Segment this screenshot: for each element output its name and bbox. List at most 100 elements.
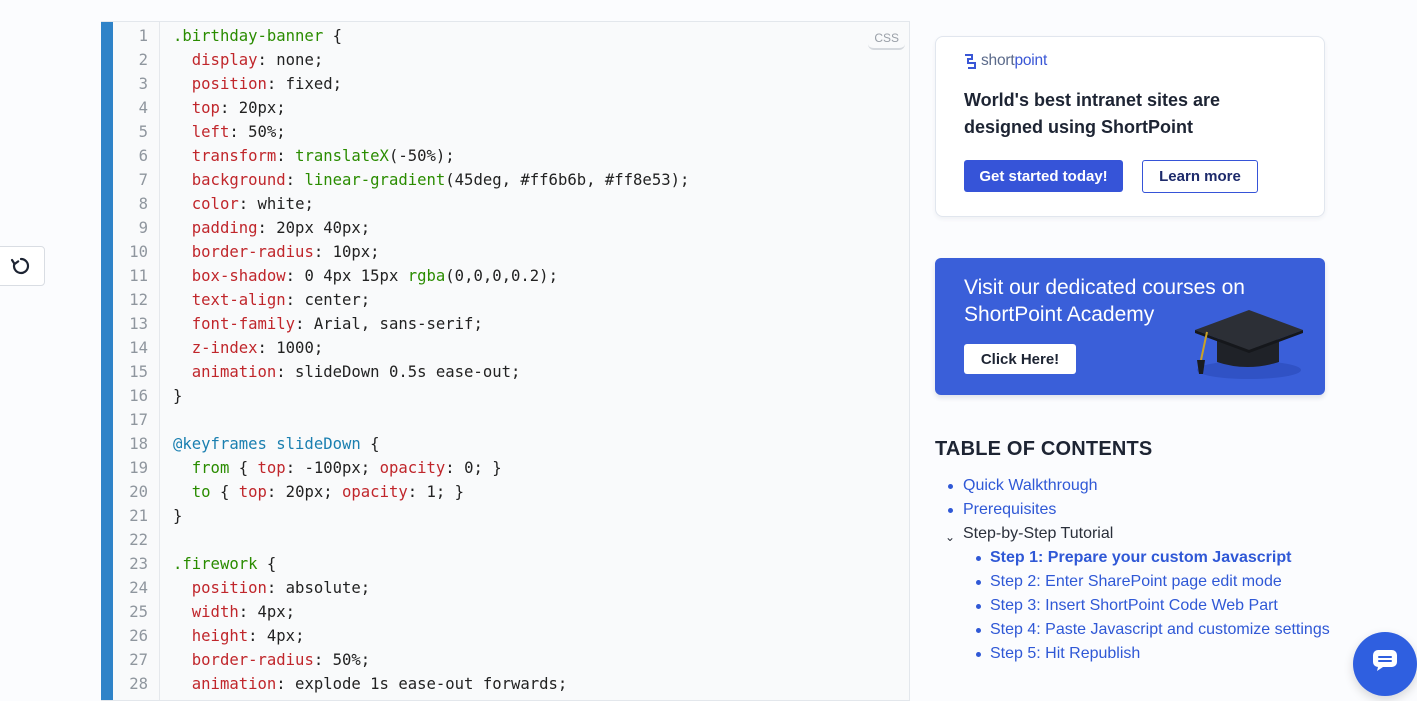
- bullet: [976, 556, 981, 561]
- learn-more-button[interactable]: Learn more: [1142, 160, 1258, 193]
- code-token: {: [210, 483, 239, 501]
- code-token: text-align: [191, 291, 286, 309]
- code-token: : center;: [285, 291, 371, 309]
- code-line: 23 .firework {: [113, 552, 909, 576]
- code-text: position: fixed;: [148, 72, 342, 96]
- code-token: box-shadow: [191, 267, 286, 285]
- code-token: (0,0,0,0.2);: [445, 267, 558, 285]
- line-number: 5: [138, 123, 148, 141]
- code-line: 3 position: fixed;: [113, 72, 909, 96]
- code-token: {: [360, 435, 380, 453]
- code-token: z-index: [191, 339, 258, 357]
- code-token: : 0; }: [445, 459, 502, 477]
- toc-subitem-step-2[interactable]: Step 2: Enter SharePoint page edit mode: [935, 570, 1330, 594]
- code-token: .birthday-banner: [173, 27, 324, 45]
- bullet: [948, 484, 953, 489]
- promo-headline: World's best intranet sites are designed…: [964, 90, 1221, 137]
- toc-subitem-step-3[interactable]: Step 3: Insert ShortPoint Code Web Part: [935, 594, 1330, 618]
- code-text: to { top: 20px; opacity: 1; }: [148, 480, 464, 504]
- bullet: [976, 652, 981, 657]
- code-token: animation: [191, 675, 277, 693]
- code-line: 27 border-radius: 50%;: [113, 648, 909, 672]
- code-line: 16}: [113, 384, 909, 408]
- code-line: 1 .birthday-banner {: [113, 24, 909, 48]
- chat-icon: [1373, 650, 1397, 671]
- get-started-button[interactable]: Get started today!: [964, 160, 1123, 192]
- line-number: 27: [129, 651, 148, 669]
- code-line: 9 padding: 20px 40px;: [113, 216, 909, 240]
- code-text: @keyframes slideDown {: [148, 432, 380, 456]
- code-token: {: [323, 27, 342, 45]
- code-token: : 4px;: [248, 627, 305, 645]
- academy-banner[interactable]: Visit our dedicated courses on ShortPoin…: [935, 258, 1325, 395]
- toc-item-quick-walkthrough[interactable]: Quick Walkthrough: [935, 474, 1335, 498]
- line-number: 15: [129, 363, 148, 381]
- code-line: 17: [113, 408, 909, 432]
- code-text: .birthday-banner {: [148, 24, 342, 48]
- line-number: 10: [129, 243, 148, 261]
- bullet: [976, 604, 981, 609]
- code-line: 10 border-radius: 10px;: [113, 240, 909, 264]
- code-token: rgba: [407, 267, 446, 285]
- toc-subitem-step-1[interactable]: Step 1: Prepare your custom Javascript: [935, 546, 1330, 570]
- code-token: (45deg, #ff6b6b, #ff8e53);: [445, 171, 690, 189]
- refresh-icon: [10, 257, 29, 275]
- code-text: border-radius: 10px;: [148, 240, 380, 264]
- toc-item-tutorial[interactable]: ⌄ Step-by-Step Tutorial: [935, 522, 1335, 546]
- code-token: position: [191, 75, 267, 93]
- line-number: 3: [138, 75, 148, 93]
- code-token: .firework: [173, 555, 258, 573]
- code-line: 21}: [113, 504, 909, 528]
- code-token: to: [191, 483, 211, 501]
- line-number: 17: [129, 411, 148, 429]
- code-line: 4 top: 20px;: [113, 96, 909, 120]
- code-text: from { top: -100px; opacity: 0; }: [148, 456, 502, 480]
- code-token: : absolute;: [266, 579, 371, 597]
- line-number: 6: [138, 147, 148, 165]
- code-text: box-shadow: 0 4px 15px rgba(0,0,0,0.2);: [148, 264, 558, 288]
- code-line: 22: [113, 528, 909, 552]
- toc-title: TABLE OF CONTENTS: [935, 438, 1153, 460]
- bullet: [976, 628, 981, 633]
- refresh-button[interactable]: [0, 246, 45, 286]
- line-number: 19: [129, 459, 148, 477]
- toc-subitem-step-4[interactable]: Step 4: Paste Javascript and customize s…: [935, 618, 1330, 642]
- code-token: : 1; }: [407, 483, 465, 501]
- code-text: width: 4px;: [148, 600, 295, 624]
- shortpoint-logo-icon: [965, 53, 976, 69]
- code-text: color: white;: [148, 192, 314, 216]
- shortpoint-promo-card: shortpoint World's best intranet sites a…: [935, 36, 1325, 217]
- click-here-button[interactable]: Click Here!: [964, 344, 1076, 374]
- code-token: border-radius: [191, 243, 314, 261]
- code-block[interactable]: CSS 1 .birthday-banner {2 display: none; 3…: [101, 21, 910, 701]
- code-token: : 50%;: [229, 123, 286, 141]
- code-line: 19 from { top: -100px; opacity: 0; }: [113, 456, 909, 480]
- code-token: @keyframes slideDown: [173, 435, 361, 453]
- code-text: background: linear-gradient(45deg, #ff6b…: [148, 168, 690, 192]
- line-number: 28: [129, 675, 148, 693]
- code-line: 25 width: 4px;: [113, 600, 909, 624]
- code-token: top: [257, 459, 286, 477]
- code-token: : -100px;: [285, 459, 380, 477]
- line-number: 22: [129, 531, 148, 549]
- code-text: font-family: Arial, sans-serif;: [148, 312, 483, 336]
- chat-button[interactable]: [1353, 632, 1417, 696]
- code-token: : 4px;: [238, 603, 296, 621]
- line-number: 13: [129, 315, 148, 333]
- code-line: 14 z-index: 1000;: [113, 336, 909, 360]
- line-number: 20: [129, 483, 148, 501]
- toc-item-prerequisites[interactable]: Prerequisites: [935, 498, 1335, 522]
- code-text: transform: translateX(-50%);: [148, 144, 455, 168]
- toc-subitem-step-5[interactable]: Step 5: Hit Republish: [935, 642, 1330, 666]
